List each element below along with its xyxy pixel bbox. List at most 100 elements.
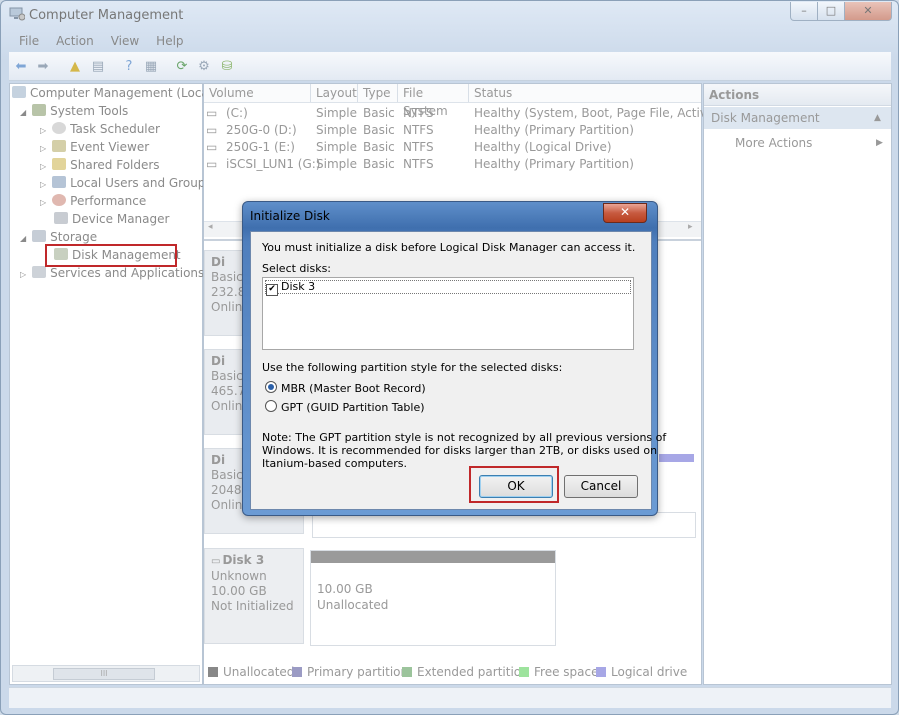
col-filesystem[interactable]: File System (398, 84, 469, 118)
dialog-title: Initialize Disk (250, 209, 330, 223)
show-hide-tree-icon[interactable]: ▤ (89, 57, 107, 75)
close-button[interactable]: ✕ (844, 2, 892, 21)
more-actions-item[interactable]: More Actions ▶ (704, 132, 891, 154)
gpt-option[interactable]: GPT (GUID Partition Table) (265, 400, 425, 414)
legend-swatch (596, 667, 606, 677)
view-icon[interactable]: ▦ (142, 57, 160, 75)
collapse-arrow-icon[interactable]: ◢ (20, 108, 26, 117)
menu-help[interactable]: Help (156, 31, 183, 51)
legend-label: Extended partition (417, 665, 529, 679)
performance-label: Performance (70, 194, 147, 208)
collapse-up-icon[interactable]: ▲ (874, 107, 881, 129)
legend-swatch (292, 667, 302, 677)
toolbar: ⬅ ➡ ▲ ▤ ? ▦ ⟳ ⚙ ⛁ (9, 52, 891, 81)
mbr-option[interactable]: MBR (Master Boot Record) (265, 381, 426, 395)
drive-icon: ▭ (206, 106, 218, 120)
tree-item-shared-folders[interactable]: ▷ Shared Folders (40, 158, 160, 172)
tree-item-performance[interactable]: ▷ Performance (40, 194, 146, 208)
drive-icon: ▭ (206, 123, 218, 137)
disk-3-partition[interactable]: 10.00 GB Unallocated (310, 550, 556, 646)
tree-hscrollbar[interactable]: III (12, 665, 200, 682)
partition-style-label: Use the following partition style for th… (262, 361, 563, 374)
window-title: Computer Management (29, 8, 184, 23)
actions-section-disk-management[interactable]: Disk Management ▲ (704, 107, 891, 129)
disk-3-checkbox[interactable]: ✔ (266, 284, 278, 296)
help-icon[interactable]: ? (120, 57, 138, 75)
legend-swatch (208, 667, 218, 677)
legend-label: Primary partition (307, 665, 409, 679)
legend-unallocated: Unallocated (208, 665, 294, 679)
legend: Unallocated Primary partition Extended p… (208, 665, 698, 681)
disk-listbox[interactable]: ✔ Disk 3 (262, 277, 634, 350)
cell-status: Healthy (Logical Drive) (474, 140, 612, 154)
legend-free-space: Free space (519, 665, 598, 679)
refresh-icon[interactable]: ⟳ (173, 57, 191, 75)
disk-3-label[interactable]: ▭ Disk 3 Unknown 10.00 GB Not Initialized (204, 548, 304, 644)
properties-icon[interactable]: ⚙ (195, 57, 213, 75)
disk-management-highlight (45, 244, 177, 267)
actions-section-label: Disk Management (711, 111, 820, 125)
tree-item-services[interactable]: ▷ Services and Applications (20, 266, 204, 280)
tree-root-label: Computer Management (Local (30, 86, 213, 100)
forward-arrow-icon[interactable]: ➡ (34, 57, 52, 75)
table-row[interactable]: ▭ 250G-0 (D:) Simple Basic NTFS Healthy … (204, 122, 701, 139)
dialog-close-button[interactable]: ✕ (603, 203, 647, 223)
menu-action[interactable]: Action (56, 31, 94, 51)
note-line-2: Windows. It is recommended for disks lar… (262, 444, 658, 457)
expand-arrow-icon[interactable]: ▷ (40, 162, 46, 171)
tree-item-device-manager[interactable]: Device Manager (54, 212, 169, 226)
expand-arrow-icon[interactable]: ▷ (40, 198, 46, 207)
menu-file[interactable]: File (19, 31, 39, 51)
tree-item-event-viewer[interactable]: ▷ Event Viewer (40, 140, 149, 154)
expand-arrow-icon[interactable]: ▷ (20, 270, 26, 279)
tree-item-storage[interactable]: ◢ Storage (20, 230, 97, 244)
legend-extended: Extended partition (402, 665, 529, 679)
scroll-right-icon[interactable]: ▸ (688, 222, 693, 232)
legend-swatch (519, 667, 529, 677)
device-manager-label: Device Manager (72, 212, 170, 226)
scroll-left-icon[interactable]: ◂ (208, 222, 213, 232)
up-folder-icon[interactable]: ▲ (66, 57, 84, 75)
tree-root[interactable]: Computer Management (Local (12, 86, 212, 100)
expand-arrow-icon[interactable]: ▷ (40, 180, 46, 189)
col-type[interactable]: Type (358, 84, 398, 102)
cell-type: Basic (363, 106, 395, 120)
shared-folders-label: Shared Folders (70, 158, 160, 172)
status-bar (9, 687, 891, 708)
cell-filesystem: NTFS (403, 140, 434, 154)
minimize-button[interactable]: – (790, 2, 818, 21)
tree-item-local-users[interactable]: ▷ Local Users and Groups (40, 176, 212, 190)
tree-item-system-tools[interactable]: ◢ System Tools (20, 104, 128, 118)
table-row[interactable]: ▭ 250G-1 (E:) Simple Basic NTFS Healthy … (204, 139, 701, 156)
legend-swatch (402, 667, 412, 677)
submenu-arrow-icon: ▶ (876, 138, 883, 148)
device-manager-icon (54, 212, 68, 224)
tree-item-task-scheduler[interactable]: ▷ Task Scheduler (40, 122, 160, 136)
maximize-button[interactable]: □ (817, 2, 845, 21)
more-actions-label: More Actions (735, 136, 813, 150)
back-arrow-icon[interactable]: ⬅ (12, 57, 30, 75)
mbr-radio[interactable] (265, 381, 277, 393)
expand-arrow-icon[interactable]: ▷ (40, 126, 46, 135)
gpt-radio[interactable] (265, 400, 277, 412)
event-viewer-icon (52, 140, 67, 152)
disk-icon[interactable]: ⛁ (218, 57, 236, 75)
cell-filesystem: NTFS (403, 106, 434, 120)
note-line-3: Itanium-based computers. (262, 457, 407, 470)
col-volume[interactable]: Volume (204, 84, 311, 102)
table-row[interactable]: ▭ (C:) Simple Basic NTFS Healthy (System… (204, 105, 730, 122)
disk-3-partition-info: 10.00 GB Unallocated (317, 581, 388, 613)
menu-view[interactable]: View (111, 31, 139, 51)
services-icon (32, 266, 47, 278)
dialog-body: You must initialize a disk before Logica… (250, 231, 666, 510)
collapse-arrow-icon[interactable]: ◢ (20, 234, 26, 243)
col-layout[interactable]: Layout (311, 84, 358, 102)
expand-arrow-icon[interactable]: ▷ (40, 144, 46, 153)
disk-list-item[interactable]: ✔ Disk 3 (265, 280, 631, 296)
note-line-1: Note: The GPT partition style is not rec… (262, 431, 667, 444)
table-row[interactable]: ▭ iSCSI_LUN1 (G:) Simple Basic NTFS Heal… (204, 156, 701, 173)
col-status[interactable]: Status (469, 84, 701, 102)
tree-hscroll-thumb[interactable]: III (53, 668, 155, 680)
cancel-button[interactable]: Cancel (564, 475, 638, 498)
disk-3-size: 10.00 GB (211, 584, 267, 598)
